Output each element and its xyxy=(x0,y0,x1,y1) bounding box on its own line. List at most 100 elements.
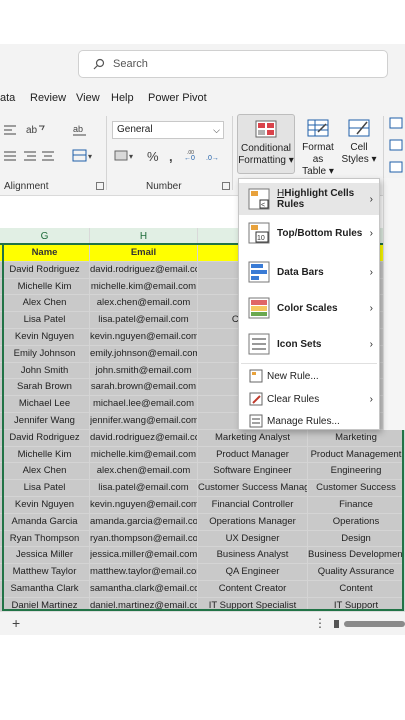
table-cell[interactable]: Amanda Garcia xyxy=(0,513,90,531)
table-cell[interactable]: Samantha Clark xyxy=(0,581,90,598)
table-cell[interactable]: lisa.patel@email.com xyxy=(90,480,198,497)
table-cell[interactable]: Michael Lee xyxy=(0,396,90,413)
table-cell[interactable]: Alex Chen xyxy=(0,463,90,481)
table-cell[interactable]: michelle.kim@email.com xyxy=(90,446,198,464)
decrease-decimal-icon[interactable]: .0→ xyxy=(206,149,224,163)
table-cell[interactable]: Email xyxy=(90,245,198,262)
table-cell[interactable]: kevin.nguyen@email.com xyxy=(90,497,198,514)
increase-decimal-icon[interactable]: ←0.00 xyxy=(184,149,202,163)
table-cell[interactable]: jennifer.wang@email.com xyxy=(90,413,198,430)
align-left-icon[interactable] xyxy=(2,124,16,136)
cell-styles-button[interactable]: Cell Styles ▾ xyxy=(340,118,378,176)
table-cell[interactable]: david.rodriguez@email.com xyxy=(90,429,198,447)
table-cell[interactable]: IT Support Specialist xyxy=(198,597,308,611)
number-format-select[interactable]: General ⌵ xyxy=(112,121,224,139)
table-cell[interactable]: Sarah Brown xyxy=(0,379,90,397)
table-cell[interactable]: Business Development xyxy=(308,547,405,565)
percent-style-icon[interactable]: % xyxy=(146,149,160,163)
table-cell[interactable]: Kevin Nguyen xyxy=(0,329,90,346)
table-cell[interactable]: jessica.miller@email.com xyxy=(90,547,198,565)
table-cell[interactable]: sarah.brown@email.com xyxy=(90,379,198,397)
table-cell[interactable]: Michelle Kim xyxy=(0,446,90,464)
menu-item-data-bars[interactable]: Data Bars › xyxy=(239,255,379,289)
table-cell[interactable]: Content Creator xyxy=(198,581,308,598)
number-launcher-icon[interactable] xyxy=(222,182,230,190)
tab-power-pivot[interactable]: Power Pivot xyxy=(148,92,207,104)
table-cell[interactable]: ryan.thompson@email.com xyxy=(90,530,198,548)
table-cell[interactable]: daniel.martinez@email.com xyxy=(90,597,198,611)
wrap-text-icon[interactable]: ab xyxy=(72,122,88,136)
table-cell[interactable]: Jennifer Wang xyxy=(0,413,90,430)
table-cell[interactable]: Jessica Miller xyxy=(0,547,90,565)
scroll-left-icon[interactable] xyxy=(334,620,340,628)
table-cell[interactable]: michelle.kim@email.com xyxy=(90,278,198,296)
orientation-icon[interactable]: ab xyxy=(24,122,46,136)
table-cell[interactable]: Alex Chen xyxy=(0,295,90,313)
table-cell[interactable]: QA Engineer xyxy=(198,564,308,581)
table-cell[interactable]: Lisa Patel xyxy=(0,480,90,497)
table-cell[interactable]: alex.chen@email.com xyxy=(90,295,198,313)
table-cell[interactable]: Customer Success Manager xyxy=(198,480,308,497)
table-cell[interactable]: amanda.garcia@email.com xyxy=(90,513,198,531)
menu-item-highlight-cells-rules[interactable]: < HHighlight Cells Rules › xyxy=(239,183,379,215)
tab-help[interactable]: Help xyxy=(111,92,134,104)
menu-item-manage-rules[interactable]: Manage Rules... xyxy=(239,411,379,431)
tab-view[interactable]: View xyxy=(76,92,100,104)
table-cell[interactable]: Lisa Patel xyxy=(0,312,90,329)
table-cell[interactable]: Operations Manager xyxy=(198,513,308,531)
tab-review[interactable]: Review xyxy=(30,92,66,104)
search-box[interactable]: Search xyxy=(78,50,388,78)
table-cell[interactable]: Michelle Kim xyxy=(0,278,90,296)
alignment-launcher-icon[interactable] xyxy=(96,182,104,190)
menu-item-top-bottom-rules[interactable]: 10 Top/Bottom Rules › xyxy=(239,217,379,249)
table-cell[interactable]: Ryan Thompson xyxy=(0,530,90,548)
table-cell[interactable]: Content xyxy=(308,581,405,598)
align-center-icon[interactable] xyxy=(40,150,54,162)
table-cell[interactable]: Engineering xyxy=(308,463,405,481)
table-cell[interactable]: David Rodriguez xyxy=(0,429,90,447)
table-cell[interactable]: emily.johnson@email.com xyxy=(90,345,198,363)
table-cell[interactable]: Business Analyst xyxy=(198,547,308,565)
table-cell[interactable]: Design xyxy=(308,530,405,548)
table-cell[interactable]: John Smith xyxy=(0,362,90,380)
increase-indent-icon[interactable] xyxy=(22,150,36,162)
table-cell[interactable]: lisa.patel@email.com xyxy=(90,312,198,329)
table-cell[interactable]: Customer Success xyxy=(308,480,405,497)
table-cell[interactable]: Finance xyxy=(308,497,405,514)
menu-item-clear-rules[interactable]: Clear Rules › xyxy=(239,387,379,411)
table-cell[interactable]: IT Support xyxy=(308,597,405,611)
table-cell[interactable]: Operations xyxy=(308,513,405,531)
table-cell[interactable]: Matthew Taylor xyxy=(0,564,90,581)
table-cell[interactable]: Financial Controller xyxy=(198,497,308,514)
table-cell[interactable]: Kevin Nguyen xyxy=(0,497,90,514)
table-cell[interactable]: Marketing xyxy=(308,429,405,447)
menu-item-icon-sets[interactable]: Icon Sets › xyxy=(239,327,379,361)
tab-data[interactable]: ata xyxy=(0,92,15,104)
merge-center-icon[interactable]: ▾ xyxy=(72,149,96,163)
table-cell[interactable]: Quality Assurance xyxy=(308,564,405,581)
table-cell[interactable]: Marketing Analyst xyxy=(198,429,308,447)
column-header-h[interactable]: H xyxy=(90,228,198,245)
table-cell[interactable]: Product Management xyxy=(308,446,405,464)
table-cell[interactable]: john.smith@email.com xyxy=(90,362,198,380)
insert-cells-icon[interactable] xyxy=(389,116,403,130)
table-cell[interactable]: Product Manager xyxy=(198,446,308,464)
horizontal-scrollbar[interactable] xyxy=(344,621,405,627)
table-cell[interactable]: kevin.nguyen@email.com xyxy=(90,329,198,346)
table-cell[interactable]: alex.chen@email.com xyxy=(90,463,198,481)
table-cell[interactable]: david.rodriguez@email.com xyxy=(90,261,198,279)
more-options-icon[interactable]: ⋮ xyxy=(314,616,326,630)
table-cell[interactable]: Name xyxy=(0,245,90,262)
table-cell[interactable]: Software Engineer xyxy=(198,463,308,481)
table-cell[interactable]: matthew.taylor@email.com xyxy=(90,564,198,581)
format-cells-icon[interactable] xyxy=(389,160,403,174)
comma-style-icon[interactable]: , xyxy=(168,149,178,163)
menu-item-color-scales[interactable]: Color Scales › xyxy=(239,291,379,325)
table-cell[interactable]: michael.lee@email.com xyxy=(90,396,198,413)
table-cell[interactable]: Daniel Martinez xyxy=(0,597,90,611)
table-cell[interactable]: David Rodriguez xyxy=(0,261,90,279)
menu-item-new-rule[interactable]: New Rule... xyxy=(239,365,379,387)
table-cell[interactable]: UX Designer xyxy=(198,530,308,548)
column-header-g[interactable]: G xyxy=(0,228,90,245)
table-cell[interactable]: Emily Johnson xyxy=(0,345,90,363)
